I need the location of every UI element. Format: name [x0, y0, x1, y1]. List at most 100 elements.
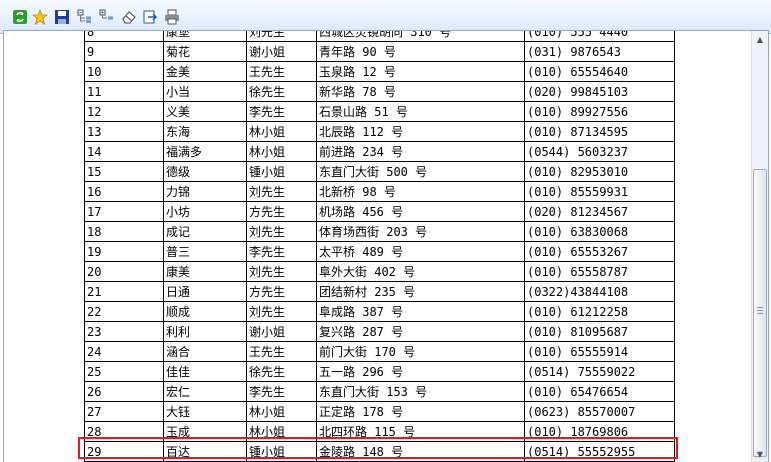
table-row[interactable]: 28 玉成 林小姐 北四环路 115 号 (010) 18769806 — [84, 421, 675, 442]
table-row[interactable]: 11 小当 徐先生 新华路 78 号 (020) 99845103 — [84, 81, 675, 102]
table-row[interactable]: 13 东海 林小姐 北辰路 112 号 (010) 87134595 — [84, 121, 675, 142]
table-row[interactable]: 24 涵合 王先生 前门大街 170 号 (010) 65555914 — [84, 341, 675, 362]
table-row[interactable]: 25 佳佳 徐先生 五一路 296 号 (0514) 75559022 — [84, 361, 675, 382]
cell-phone: (010) 82953010 — [524, 161, 675, 182]
cell-name: 康堡 — [163, 31, 247, 42]
cell-phone: (010) 65476654 — [524, 381, 675, 402]
table-row[interactable]: 10 金美 王先生 玉泉路 12 号 (010) 65554640 — [84, 61, 675, 82]
cell-phone: (010) 63830068 — [524, 221, 675, 242]
cell-contact: 谢小姐 — [246, 41, 317, 62]
cell-name: 义美 — [163, 101, 247, 122]
cell-contact: 李先生 — [246, 241, 317, 262]
table-row[interactable]: 19 普三 李先生 太平桥 489 号 (010) 65553267 — [84, 241, 675, 262]
cell-address: 前进路 234 号 — [316, 141, 525, 162]
cell-id: 26 — [84, 381, 164, 402]
vertical-scrollbar[interactable]: ▲ ▼ — [751, 31, 768, 462]
table-row[interactable]: 12 义美 李先生 石景山路 51 号 (010) 89927556 — [84, 101, 675, 122]
cell-address: 青年路 90 号 — [316, 41, 525, 62]
cell-address: 阜成路 387 号 — [316, 301, 525, 322]
cell-phone: (010) 81095687 — [524, 321, 675, 342]
star-icon[interactable] — [32, 9, 48, 25]
cell-name: 佳佳 — [163, 361, 247, 382]
cell-address: 体育场西街 203 号 — [316, 221, 525, 242]
cell-phone: (010) 18769806 — [524, 421, 675, 442]
cell-name: 涵合 — [163, 341, 247, 362]
cell-id: 24 — [84, 341, 164, 362]
cell-phone: (010) 65553267 — [524, 241, 675, 262]
table-row[interactable]: 9 菊花 谢小姐 青年路 90 号 (031) 9876543 — [84, 41, 675, 62]
cell-phone: (0623) 85570007 — [524, 401, 675, 422]
cell-name: 大钰 — [163, 401, 247, 422]
table-row[interactable]: 26 宏仁 李先生 东直门大街 153 号 (010) 65476654 — [84, 381, 675, 402]
cell-contact: 锺小姐 — [246, 441, 317, 462]
cell-address: 新华路 78 号 — [316, 81, 525, 102]
cell-contact: 林小姐 — [246, 401, 317, 422]
export-icon[interactable] — [142, 9, 158, 25]
cell-contact: 徐先生 — [246, 81, 317, 102]
cell-id: 19 — [84, 241, 164, 262]
cell-contact: 刘先生 — [246, 181, 317, 202]
cell-address: 前门大街 170 号 — [316, 341, 525, 362]
cell-name: 菊花 — [163, 41, 247, 62]
cell-id: 21 — [84, 281, 164, 302]
cell-phone: (020) 81234567 — [524, 201, 675, 222]
cell-phone: (031) 9876543 — [524, 41, 675, 62]
table-row[interactable]: 29 百达 锺小姐 金陵路 148 号 (0514) 55552955 — [84, 441, 675, 462]
cell-address: 金陵路 148 号 — [316, 441, 525, 462]
cell-contact: 林小姐 — [246, 141, 317, 162]
cell-contact: 王先生 — [246, 341, 317, 362]
cell-name: 德级 — [163, 161, 247, 182]
cell-contact: 徐先生 — [246, 361, 317, 382]
table-row[interactable]: 27 大钰 林小姐 正定路 178 号 (0623) 85570007 — [84, 401, 675, 422]
print-icon[interactable] — [164, 9, 180, 25]
cell-phone: (020) 99845103 — [524, 81, 675, 102]
table-row[interactable]: 16 力锦 刘先生 北新桥 98 号 (010) 85559931 — [84, 181, 675, 202]
table-row[interactable]: 22 顺成 刘先生 阜成路 387 号 (010) 61212258 — [84, 301, 675, 322]
tree-expand-icon[interactable] — [77, 9, 93, 25]
cell-name: 普三 — [163, 241, 247, 262]
cell-name: 康美 — [163, 261, 247, 282]
cell-address: 复兴路 287 号 — [316, 321, 525, 342]
scrollbar-thumb[interactable] — [753, 169, 767, 457]
cell-address: 东直门大街 500 号 — [316, 161, 525, 182]
table-row[interactable]: 15 德级 锺小姐 东直门大街 500 号 (010) 82953010 — [84, 161, 675, 182]
tree-collapse-icon[interactable] — [99, 9, 115, 25]
table-row[interactable]: 20 康美 刘先生 阜外大街 402 号 (010) 65558787 — [84, 261, 675, 282]
cell-phone: (010) 65554640 — [524, 61, 675, 82]
cell-id: 27 — [84, 401, 164, 422]
cell-address: 五一路 296 号 — [316, 361, 525, 382]
cell-phone: (010) 61212258 — [524, 301, 675, 322]
refresh-icon[interactable] — [12, 9, 28, 25]
cell-phone: (010) 85559931 — [524, 181, 675, 202]
scroll-down-icon[interactable]: ▼ — [752, 446, 768, 462]
table-row[interactable]: 8 康堡 刘先生 西城区灵镜胡同 310 号 (010) 555 4440 — [84, 31, 675, 42]
cell-id: 17 — [84, 201, 164, 222]
cell-phone: (010) 89927556 — [524, 101, 675, 122]
table-row[interactable]: 17 小坊 方先生 机场路 456 号 (020) 81234567 — [84, 201, 675, 222]
table-row[interactable]: 14 福满多 林小姐 前进路 234 号 (0544) 5603237 — [84, 141, 675, 162]
cell-id: 28 — [84, 421, 164, 442]
save-icon[interactable] — [54, 9, 70, 25]
cell-name: 百达 — [163, 441, 247, 462]
eraser-icon[interactable] — [121, 9, 137, 25]
cell-address: 石景山路 51 号 — [316, 101, 525, 122]
cell-phone: (0514) 55552955 — [524, 441, 675, 462]
customer-table: 8 康堡 刘先生 西城区灵镜胡同 310 号 (010) 555 4440 9 菊花 谢小姐青… — [84, 31, 675, 462]
cell-address: 东直门大街 153 号 — [316, 381, 525, 402]
table-row[interactable]: 23 利利 谢小姐 复兴路 287 号 (010) 81095687 — [84, 321, 675, 342]
toolbar — [0, 0, 771, 34]
cell-name: 力锦 — [163, 181, 247, 202]
cell-name: 小坊 — [163, 201, 247, 222]
cell-name: 小当 — [163, 81, 247, 102]
cell-id: 20 — [84, 261, 164, 282]
table-row[interactable]: 18 成记 刘先生 体育场西街 203 号 (010) 63830068 — [84, 221, 675, 242]
cell-address: 机场路 456 号 — [316, 201, 525, 222]
table-row[interactable]: 21 日通 方先生 团结新村 235 号 (0322)43844108 — [84, 281, 675, 302]
cell-address: 阜外大街 402 号 — [316, 261, 525, 282]
cell-address: 北辰路 112 号 — [316, 121, 525, 142]
cell-contact: 刘先生 — [246, 301, 317, 322]
cell-address: 正定路 178 号 — [316, 401, 525, 422]
scroll-up-icon[interactable]: ▲ — [752, 31, 768, 47]
report-viewport: 8 康堡 刘先生 西城区灵镜胡同 310 号 (010) 555 4440 9 菊花 谢小姐青… — [4, 31, 751, 462]
cell-id: 12 — [84, 101, 164, 122]
